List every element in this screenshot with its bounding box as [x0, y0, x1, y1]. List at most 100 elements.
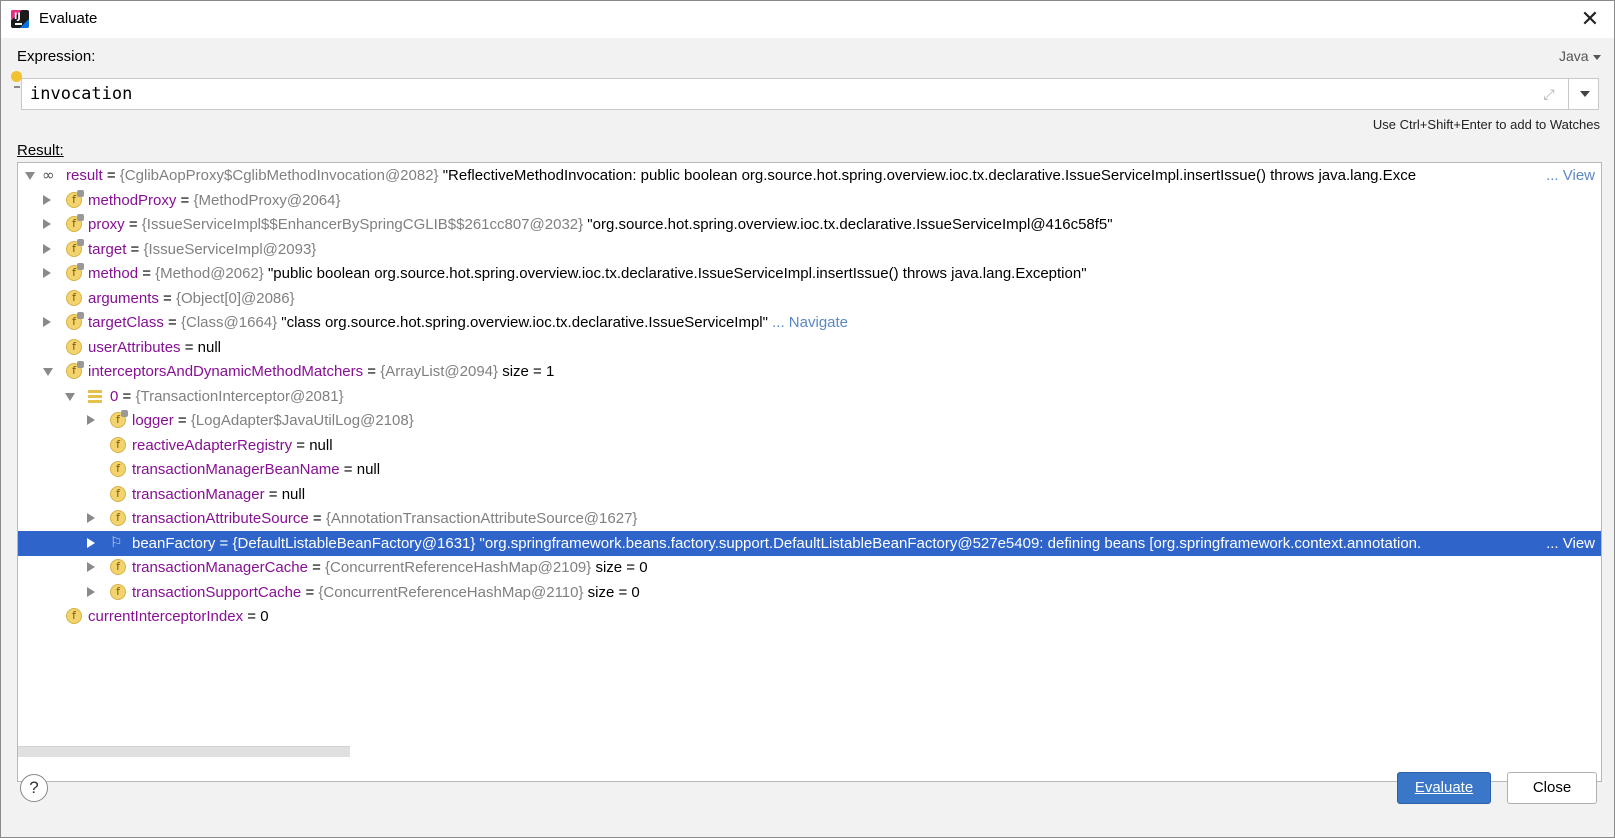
- object-type: {ConcurrentReferenceHashMap@2109}: [325, 559, 592, 576]
- tree-row-methodProxy[interactable]: f methodProxy = {MethodProxy@2064}: [18, 188, 1601, 213]
- tree-row-transactionAttributeSource[interactable]: f transactionAttributeSource = {Annotatio…: [18, 506, 1601, 531]
- field-flag-icon: ⚐: [110, 534, 123, 551]
- tree-row-logger[interactable]: f logger = {LogAdapter$JavaUtilLog@2108}: [18, 408, 1601, 433]
- view-link[interactable]: ... Navigate: [768, 314, 848, 331]
- dropdown-separator: [1568, 79, 1569, 109]
- object-value: "ReflectiveMethodInvocation: public bool…: [438, 167, 1417, 184]
- object-type: {AnnotationTransactionAttributeSource@16…: [325, 510, 638, 527]
- expand-arrow-icon[interactable]: [87, 415, 95, 425]
- evaluate-dialog: IJ Evaluate ✕ Expression: Java ⤢ Use Ctr…: [0, 0, 1615, 838]
- collapse-arrow-icon[interactable]: [25, 172, 35, 180]
- object-value: 0: [260, 608, 269, 625]
- field-icon: f: [66, 189, 84, 208]
- watch-glasses-icon: ∞: [42, 166, 55, 184]
- field-name: transactionManagerBeanName: [132, 461, 340, 478]
- expand-arrow-icon[interactable]: [43, 243, 51, 254]
- field-icon: f: [66, 214, 84, 232]
- field-icon: f: [110, 510, 126, 526]
- tree-row-result[interactable]: ∞ result = {CglibAopProxy$CglibMethodInvo…: [18, 163, 1601, 188]
- expression-field[interactable]: ⤢: [21, 78, 1599, 110]
- object-type: {LogAdapter$JavaUtilLog@2108}: [190, 412, 414, 429]
- field-name: transactionManager: [132, 485, 265, 503]
- view-link[interactable]: ... View: [1544, 163, 1595, 188]
- expand-icon[interactable]: ⤢: [1539, 84, 1559, 104]
- close-icon[interactable]: ✕: [1578, 7, 1602, 31]
- collapse-arrow-icon[interactable]: [65, 392, 75, 401]
- tree-row-text: currentInterceptorIndex = 0: [88, 604, 269, 629]
- tree-row-text: transactionSupportCache = {ConcurrentRef…: [132, 580, 640, 605]
- history-dropdown-icon[interactable]: [1580, 91, 1590, 97]
- equals-sign: =: [102, 167, 120, 184]
- intellij-logo-icon: IJ: [11, 10, 29, 28]
- field-icon: f: [66, 263, 84, 281]
- tree-row-proxy[interactable]: f proxy = {IssueServiceImpl$$EnhancerBySp…: [18, 212, 1601, 237]
- close-button[interactable]: Close: [1507, 772, 1597, 804]
- tree-row-transactionManager[interactable]: f transactionManager = null: [18, 482, 1601, 507]
- equals-sign: =: [118, 387, 136, 405]
- tree-row-transactionManagerCache[interactable]: f transactionManagerCache = {ConcurrentRe…: [18, 555, 1601, 580]
- expand-arrow-icon[interactable]: [87, 537, 95, 548]
- tree-row-transactionManagerBeanName[interactable]: f transactionManagerBeanName = null: [18, 457, 1601, 482]
- object-type: {ArrayList@2094}: [380, 363, 499, 380]
- watches-hint: Use Ctrl+Shift+Enter to add to Watches: [1372, 117, 1600, 132]
- object-value: size = 0: [591, 559, 648, 576]
- field-icon: f: [110, 559, 126, 575]
- equals-sign: =: [292, 436, 310, 454]
- field-icon: f: [110, 583, 126, 600]
- equals-sign: =: [163, 314, 181, 331]
- object-type: {IssueServiceImpl$$EnhancerBySpringCGLIB…: [141, 216, 584, 233]
- equals-sign: =: [301, 583, 319, 601]
- tree-row-text: targetClass = {Class@1664} "class org.so…: [88, 310, 848, 335]
- tree-row-0[interactable]: 0 = {TransactionInterceptor@2081}: [18, 384, 1601, 409]
- title-bar: IJ Evaluate ✕: [1, 1, 1614, 38]
- field-name: arguments: [88, 289, 159, 307]
- tree-row-beanFactory[interactable]: ⚐ beanFactory = {DefaultListableBeanFacto…: [18, 530, 1601, 556]
- expand-arrow-icon[interactable]: [43, 317, 51, 327]
- field-icon: f: [66, 312, 84, 330]
- tree-row-method[interactable]: f method = {Method@2062} "public boolean …: [18, 261, 1601, 286]
- object-value: null: [197, 338, 222, 356]
- tree-row-text: methodProxy = {MethodProxy@2064}: [88, 188, 340, 213]
- tree-row-userAttributes[interactable]: f userAttributes = null: [18, 335, 1601, 360]
- expand-arrow-icon[interactable]: [43, 194, 51, 205]
- tree-row-reactiveAdapterRegistry[interactable]: f reactiveAdapterRegistry = null: [18, 433, 1601, 458]
- tree-row-transactionSupportCache[interactable]: f transactionSupportCache = {ConcurrentRe…: [18, 580, 1601, 605]
- expand-arrow-icon[interactable]: [43, 219, 51, 229]
- language-dropdown-icon[interactable]: [1593, 55, 1601, 60]
- collapse-arrow-icon[interactable]: [43, 368, 53, 376]
- evaluate-button[interactable]: Evaluate: [1397, 772, 1491, 804]
- tree-row-interceptorsAndDynamicMethodMatchers[interactable]: f interceptorsAndDynamicMethodMatchers = …: [18, 359, 1601, 384]
- tree-row-arguments[interactable]: f arguments = {Object[0]@2086}: [18, 286, 1601, 311]
- object-value: "class org.source.hot.spring.overview.io…: [277, 314, 768, 331]
- array-element-icon: [88, 389, 102, 404]
- equals-sign: =: [307, 559, 326, 576]
- equals-sign: =: [158, 289, 176, 307]
- expand-arrow-icon[interactable]: [87, 562, 95, 572]
- expand-arrow-icon[interactable]: [43, 268, 51, 278]
- tree-row-currentInterceptorIndex[interactable]: f currentInterceptorIndex = 0: [18, 604, 1601, 629]
- expand-arrow-icon[interactable]: [87, 513, 95, 523]
- object-type: {Class@1664}: [180, 314, 278, 331]
- expand-arrow-icon[interactable]: [87, 586, 95, 597]
- field-name: interceptorsAndDynamicMethodMatchers: [88, 363, 364, 380]
- equals-sign: =: [173, 412, 191, 429]
- field-icon: f: [110, 485, 126, 502]
- tree-row-target[interactable]: f target = {IssueServiceImpl@2093}: [18, 237, 1601, 262]
- help-icon[interactable]: ?: [20, 774, 48, 802]
- field-icon: f: [66, 608, 82, 624]
- language-selector[interactable]: Java: [1559, 48, 1589, 64]
- object-value: "org.source.hot.spring.overview.ioc.tx.d…: [583, 216, 1113, 233]
- result-tree[interactable]: ∞ result = {CglibAopProxy$CglibMethodInvo…: [17, 162, 1602, 782]
- expression-input[interactable]: [30, 82, 1520, 106]
- field-name: userAttributes: [88, 338, 181, 356]
- view-link[interactable]: ... View: [1544, 530, 1595, 556]
- tree-row-text: interceptorsAndDynamicMethodMatchers = {…: [88, 359, 554, 384]
- field-name: transactionManagerCache: [132, 559, 308, 576]
- field-name: method: [88, 265, 139, 282]
- horizontal-scrollbar[interactable]: [18, 746, 350, 757]
- equals-sign: =: [176, 191, 194, 209]
- tree-row-text: 0 = {TransactionInterceptor@2081}: [110, 384, 344, 409]
- equals-sign: =: [264, 485, 282, 503]
- tree-row-targetClass[interactable]: f targetClass = {Class@1664} "class org.s…: [18, 310, 1601, 335]
- field-name: currentInterceptorIndex: [88, 608, 244, 625]
